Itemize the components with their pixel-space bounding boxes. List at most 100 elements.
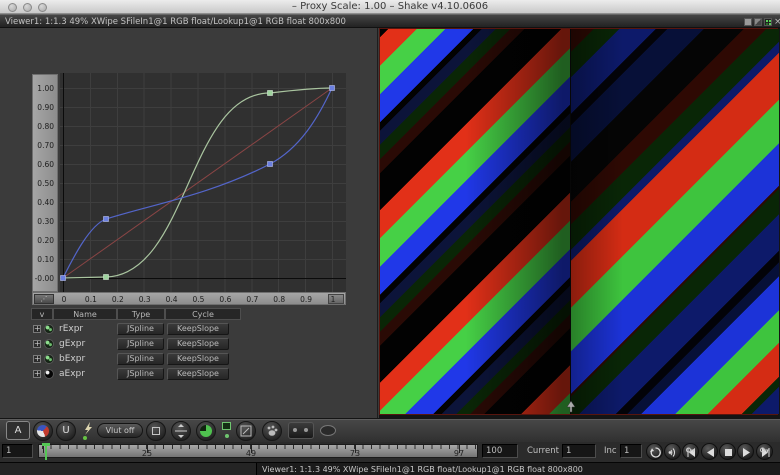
play-icon bbox=[741, 447, 752, 458]
type-button[interactable]: JSpline bbox=[117, 323, 164, 335]
current-frame-field[interactable]: 1 bbox=[562, 444, 596, 458]
loop-mode-button[interactable] bbox=[646, 443, 663, 460]
x-axis-strip[interactable]: ⋰ 0 0.1 0.2 0.3 0.4 0.5 0.6 0.7 0.8 0.9 … bbox=[32, 292, 346, 305]
viewer-toolbar: A U Vlut off bbox=[0, 418, 780, 442]
expand-plus-icon[interactable]: + bbox=[33, 355, 41, 363]
range-end-field[interactable]: 100 bbox=[482, 444, 518, 458]
sound-waves-icon bbox=[668, 447, 679, 458]
type-button[interactable]: JSpline bbox=[117, 353, 164, 365]
wipe-left-image bbox=[380, 29, 570, 414]
cycle-button[interactable]: KeepSlope bbox=[167, 368, 229, 380]
cache-pie-button[interactable] bbox=[196, 421, 216, 441]
fit-frame-icon bbox=[237, 422, 255, 440]
film-strip-button[interactable] bbox=[288, 422, 314, 439]
table-row: + bExpr JSpline KeepSlope bbox=[0, 353, 378, 366]
viewer-pane[interactable] bbox=[379, 28, 780, 418]
y-tick-label: 0.10 bbox=[32, 255, 54, 264]
timeline-ruler[interactable]: 25 49 73 97 bbox=[38, 444, 478, 458]
y-tick-label: 0.40 bbox=[32, 198, 54, 207]
fit-image-button[interactable] bbox=[236, 421, 256, 441]
keypoint-bExpr[interactable] bbox=[104, 217, 109, 222]
keypoint-bExpr[interactable] bbox=[61, 276, 66, 281]
monitor-icon bbox=[222, 422, 231, 430]
film-hole-icon bbox=[293, 428, 297, 432]
y-tick-label: 0.90 bbox=[32, 103, 54, 112]
wipe-seam[interactable] bbox=[570, 29, 571, 414]
type-button[interactable]: JSpline bbox=[117, 368, 164, 380]
curve-visibility-knob-icon[interactable] bbox=[44, 339, 54, 349]
pixel-analyzer-button[interactable] bbox=[262, 421, 282, 441]
node-grid-icon[interactable] bbox=[764, 18, 772, 26]
window-title: – Proxy Scale: 1.00 – Shake v4.10.0606 bbox=[0, 1, 780, 12]
y-tick-label: 0.70 bbox=[32, 141, 54, 150]
expand-plus-icon[interactable]: + bbox=[33, 370, 41, 378]
type-button[interactable]: JSpline bbox=[117, 338, 164, 350]
update-mode-button[interactable]: U bbox=[56, 421, 76, 441]
x-tick-label: 0.3 bbox=[139, 295, 151, 304]
y-axis-strip[interactable]: 1.00 0.90 0.80 0.70 0.60 0.50 0.40 0.30 … bbox=[32, 74, 58, 292]
current-frame-label: Current bbox=[527, 446, 559, 456]
roi-button[interactable] bbox=[146, 421, 166, 441]
keypoint-gExpr[interactable] bbox=[104, 275, 109, 280]
y-tick-label: 0.30 bbox=[32, 217, 54, 226]
curve-visibility-knob-icon[interactable] bbox=[44, 324, 54, 334]
wipe-handle-icon[interactable] bbox=[566, 401, 576, 413]
curve-name: aExpr bbox=[59, 369, 85, 379]
ruler-frame-label: 49 bbox=[246, 449, 256, 458]
play-backward-button[interactable] bbox=[701, 443, 718, 460]
compare-button[interactable] bbox=[171, 421, 191, 441]
timeline-bar: 1 25 49 73 97 100 Current 1 Inc 1 bbox=[0, 442, 780, 462]
detach-icon[interactable] bbox=[744, 18, 752, 26]
play-backward-icon bbox=[705, 447, 716, 458]
column-header-visibility[interactable]: v bbox=[31, 308, 53, 320]
cycle-button[interactable]: KeepSlope bbox=[167, 323, 229, 335]
close-icon[interactable]: × bbox=[774, 18, 780, 26]
column-header-type[interactable]: Type bbox=[117, 308, 165, 320]
next-keyframe-button[interactable] bbox=[756, 443, 773, 460]
y-tick-label: 0.20 bbox=[32, 236, 54, 245]
buffer-a-button[interactable]: A bbox=[6, 421, 30, 440]
viewer-tab-bar: Viewer1: 1:1.3 49% XWipe SFileIn1@1 RGB … bbox=[0, 14, 780, 28]
realtime-audio-button[interactable] bbox=[664, 443, 681, 460]
channel-wheel-button[interactable] bbox=[33, 421, 53, 441]
x-tick-label: 0.6 bbox=[219, 295, 231, 304]
x-tick-label: 1 bbox=[331, 295, 336, 304]
expand-plus-icon[interactable]: + bbox=[33, 325, 41, 333]
curve-visibility-knob-icon[interactable] bbox=[44, 369, 54, 379]
column-header-name[interactable]: Name bbox=[53, 308, 117, 320]
cycle-button[interactable]: KeepSlope bbox=[167, 353, 229, 365]
keypoint-bExpr[interactable] bbox=[330, 86, 335, 91]
prev-keyframe-button[interactable] bbox=[682, 443, 699, 460]
flipbook-bolt-icon[interactable] bbox=[82, 422, 94, 440]
key-overlay-icon bbox=[760, 447, 770, 453]
monitor-out-button[interactable] bbox=[221, 422, 232, 440]
stop-button[interactable] bbox=[719, 443, 736, 460]
key-overlay-icon bbox=[686, 447, 696, 453]
keypoint-bExpr[interactable] bbox=[268, 162, 273, 167]
y-tick-label: 0.80 bbox=[32, 122, 54, 131]
x-tick-label: 0.2 bbox=[112, 295, 124, 304]
expand-plus-icon[interactable]: + bbox=[33, 340, 41, 348]
increment-field[interactable]: 1 bbox=[620, 444, 642, 458]
wipe-right-image bbox=[571, 29, 779, 414]
stop-icon bbox=[723, 447, 734, 458]
play-forward-button[interactable] bbox=[737, 443, 754, 460]
vlut-button[interactable]: Vlut off bbox=[97, 423, 143, 438]
keypoint-gExpr[interactable] bbox=[268, 91, 273, 96]
playhead[interactable] bbox=[45, 443, 47, 460]
status-bar: Viewer1: 1:1.3 49% XWipe SFileIn1@1 RGB … bbox=[0, 462, 780, 475]
curve-visibility-knob-icon[interactable] bbox=[44, 354, 54, 364]
axis-home-button[interactable]: ⋰ bbox=[34, 294, 54, 304]
curve-plot-area[interactable] bbox=[60, 73, 346, 293]
main-area: 1.00 0.90 0.80 0.70 0.60 0.50 0.40 0.30 … bbox=[0, 28, 780, 418]
column-header-cycle[interactable]: Cycle bbox=[165, 308, 241, 320]
curve-rExpr[interactable] bbox=[63, 88, 332, 278]
layout-icon[interactable] bbox=[754, 18, 762, 26]
ruler-frame-label: 73 bbox=[350, 449, 360, 458]
x-tick-label: 0.8 bbox=[273, 295, 285, 304]
timecode-oval-button[interactable] bbox=[320, 425, 336, 436]
viewer-image[interactable] bbox=[379, 28, 778, 415]
range-start-field[interactable]: 1 bbox=[2, 444, 33, 458]
curve-name: bExpr bbox=[59, 354, 85, 364]
cycle-button[interactable]: KeepSlope bbox=[167, 338, 229, 350]
